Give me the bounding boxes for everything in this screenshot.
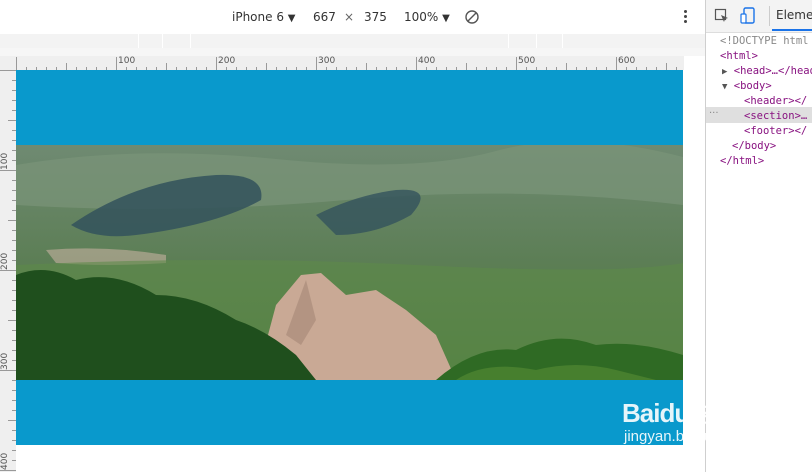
dom-node[interactable]: <header></ (744, 94, 807, 109)
ruler-gap (0, 48, 706, 56)
watermark-main: Bai (622, 398, 660, 428)
watermark-brand: Baidu 经验 (622, 398, 734, 428)
device-toolbar: iPhone 6 ▼ 667 × 375 100% ▼ (0, 0, 706, 35)
expand-arrow-icon[interactable]: ▶ (722, 67, 727, 77)
v-ruler-label: 400 (0, 452, 10, 470)
zoom-value: 100% (404, 10, 439, 24)
media-query-bar[interactable] (0, 34, 706, 48)
width-input[interactable]: 667 (313, 10, 336, 24)
vertical-ruler: 100 200 300 400 (0, 70, 16, 472)
h-ruler-label: 200 (218, 56, 236, 66)
dom-node[interactable]: ▼ <body> (722, 79, 772, 94)
device-toggle-icon[interactable] (740, 7, 756, 25)
horizontal-ruler-ticks (16, 57, 677, 70)
device-name: iPhone 6 (232, 10, 284, 24)
v-ruler-label: 300 (0, 352, 10, 370)
height-input[interactable]: 375 (364, 10, 387, 24)
tab-elements[interactable]: Eleme (776, 8, 812, 22)
active-tab-indicator (772, 29, 812, 31)
dom-node[interactable]: <!DOCTYPE html (720, 34, 809, 49)
watermark-url: jingyan.baidu.com (624, 428, 745, 445)
v-ruler-label: 200 (0, 252, 10, 270)
rotate-icon[interactable] (464, 9, 480, 25)
dom-node[interactable]: <html> (720, 49, 758, 64)
dimension-separator: × (344, 10, 355, 24)
kebab-icon[interactable] (683, 10, 689, 24)
dom-node[interactable]: ▶ <head>…</head (722, 64, 812, 79)
horizontal-ruler: 100 200 300 400 500 600 (16, 56, 684, 70)
h-ruler-label: 600 (618, 56, 636, 66)
watermark-cn: 经验 (695, 405, 734, 427)
toolbar-separator (769, 6, 770, 26)
dom-node[interactable]: <footer></ (744, 124, 807, 139)
emulated-viewport (16, 70, 683, 445)
inspect-element-icon[interactable] (714, 8, 730, 24)
baidu-jingyan-watermark: Baidu 经验 jingyan.baidu.com (622, 398, 745, 445)
dom-node[interactable]: </body> (732, 139, 776, 154)
chevron-down-icon: ▼ (287, 13, 296, 24)
dom-node-label: <body> (733, 80, 772, 92)
page-header (16, 70, 683, 145)
h-ruler-label: 300 (318, 56, 336, 66)
h-ruler-label: 500 (518, 56, 536, 66)
dom-node[interactable]: </html> (720, 154, 764, 169)
vertical-ruler-ticks (0, 70, 16, 471)
v-ruler-label: 100 (0, 152, 10, 170)
h-ruler-label: 100 (118, 56, 136, 66)
h-ruler-label: 400 (418, 56, 436, 66)
watermark-paw: du (659, 398, 690, 428)
mountain-landscape-image (16, 145, 683, 380)
device-select[interactable]: iPhone 6 ▼ (232, 10, 296, 24)
dom-node-selected[interactable]: <section>… (744, 109, 807, 124)
zoom-select[interactable]: 100% ▼ (404, 10, 450, 24)
chevron-down-icon: ▼ (442, 13, 450, 24)
devtools-toolbar: Eleme (706, 0, 812, 33)
node-actions-icon[interactable]: ··· (709, 108, 719, 119)
collapse-arrow-icon[interactable]: ▼ (722, 82, 727, 92)
ruler-corner (0, 56, 16, 70)
dom-node-label: <head>…</head (733, 65, 812, 77)
viewport-below-area (16, 445, 684, 472)
page-footer (16, 380, 683, 445)
